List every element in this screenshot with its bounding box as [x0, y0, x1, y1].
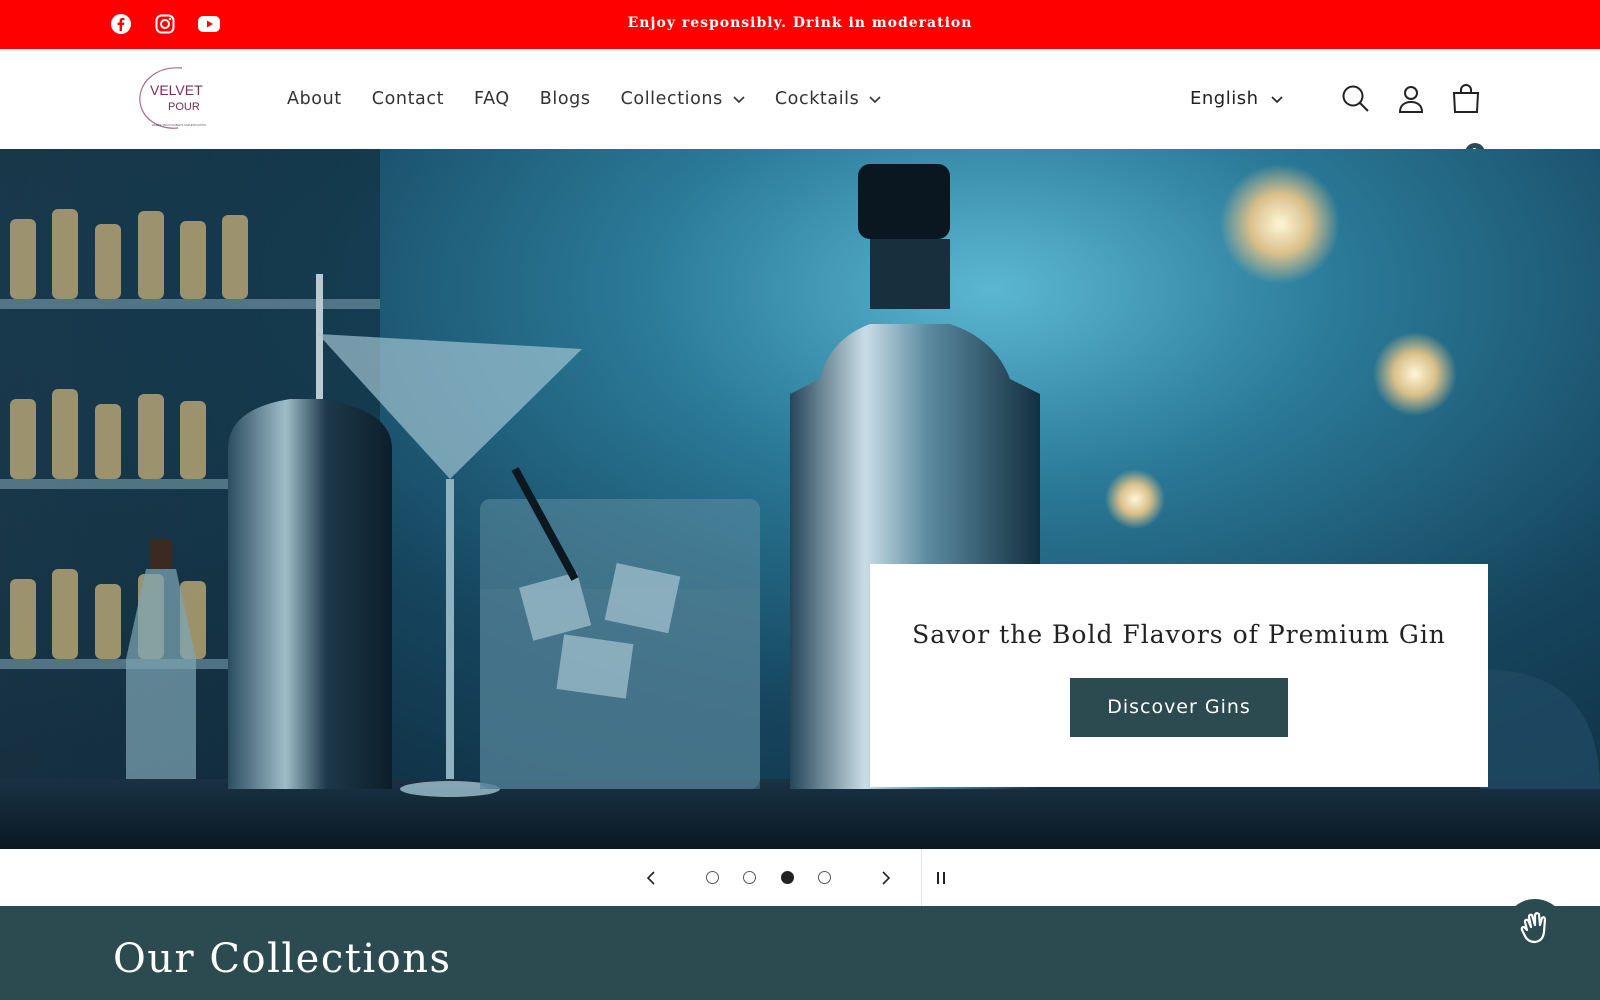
nav-blogs[interactable]: Blogs [525, 79, 606, 119]
slide-dot-1[interactable] [706, 871, 719, 884]
language-selector[interactable]: English [1190, 88, 1283, 109]
chat-button[interactable] [1504, 899, 1566, 961]
logo-text: VELVET [150, 82, 203, 98]
nav-collections-label: Collections [620, 89, 723, 109]
nav-contact[interactable]: Contact [357, 79, 459, 119]
next-slide-button[interactable] [875, 867, 897, 889]
section-title: Our Collections [113, 936, 452, 982]
search-icon[interactable] [1339, 82, 1373, 116]
hero-promo-card: Savor the Bold Flavors of Premium Gin Di… [870, 564, 1488, 787]
collections-section: Our Collections [0, 906, 1600, 1000]
cart-icon[interactable] [1449, 82, 1483, 116]
nav-contact-label: Contact [371, 89, 445, 109]
previous-slide-button[interactable] [640, 867, 662, 889]
slider-controls [0, 849, 1600, 906]
logo-tagline: WHERE SMOOTH MEETS SOPHISTICATION [152, 123, 206, 127]
nav-about-label: About [287, 89, 342, 109]
nav-cocktails-label: Cocktails [774, 89, 860, 109]
chevron-down-icon [733, 89, 745, 109]
logo-subtext: POUR [168, 101, 200, 113]
slide-dot-3[interactable] [781, 871, 794, 884]
account-icon[interactable] [1394, 82, 1428, 116]
divider [921, 849, 922, 906]
nav-faq[interactable]: FAQ [459, 79, 525, 119]
nav-collections[interactable]: Collections [606, 79, 760, 119]
pause-icon[interactable] [930, 867, 952, 889]
chevron-down-icon [1270, 88, 1283, 109]
nav-about[interactable]: About [272, 79, 357, 119]
discover-gins-button[interactable]: Discover Gins [1070, 678, 1288, 737]
slide-dot-2[interactable] [743, 871, 756, 884]
main-nav: About Contact FAQ Blogs Collections Cock… [272, 79, 896, 119]
waving-hand-icon [1517, 910, 1553, 950]
chevron-down-icon [869, 89, 881, 109]
velvet-pour-logo[interactable]: VELVET POUR WHERE SMOOTH MEETS SOPHISTIC… [132, 62, 224, 134]
site-header: VELVET POUR WHERE SMOOTH MEETS SOPHISTIC… [0, 49, 1600, 163]
nav-cocktails[interactable]: Cocktails [760, 79, 897, 119]
hero-title: Savor the Bold Flavors of Premium Gin [912, 620, 1446, 649]
hero-slideshow: Savor the Bold Flavors of Premium Gin Di… [0, 149, 1600, 849]
nav-faq-label: FAQ [474, 89, 510, 109]
announcement-text: Enjoy responsibly. Drink in moderation [627, 15, 973, 31]
language-label: English [1190, 88, 1259, 109]
announcement-bar: Enjoy responsibly. Drink in moderation [0, 0, 1600, 49]
slide-dot-4[interactable] [818, 871, 831, 884]
nav-blogs-label: Blogs [539, 89, 591, 109]
